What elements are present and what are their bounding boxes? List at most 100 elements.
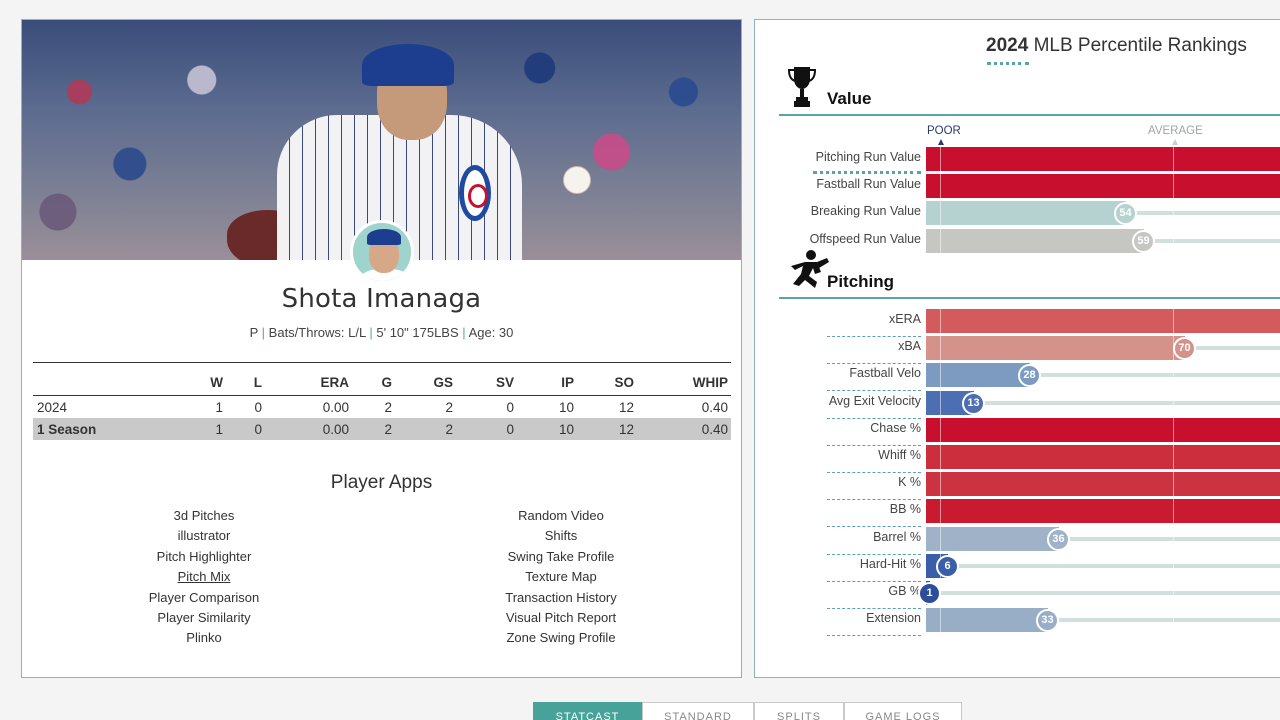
percentile-row[interactable]: xBA 70 (755, 336, 1280, 365)
percentile-bar (926, 147, 1280, 171)
tab-splits[interactable]: SPLITS (754, 702, 844, 720)
percentile-row[interactable]: Whiff % (755, 445, 1280, 473)
row-divider (827, 635, 921, 637)
metric-label[interactable]: K % (898, 475, 921, 489)
percentile-row[interactable]: Avg Exit Velocity 13 (755, 390, 1280, 419)
stats-col-header: WHIP (637, 362, 731, 396)
stats-cell: 0.40 (637, 417, 731, 440)
metric-label[interactable]: BB % (890, 502, 921, 516)
percentile-bar (926, 336, 1185, 361)
percentile-bar (926, 608, 1048, 633)
scale-guide-line (1173, 147, 1174, 171)
percentile-badge: 59 (1132, 229, 1155, 253)
percentile-badge: 70 (1173, 337, 1196, 361)
metric-label[interactable]: Fastball Velo (849, 366, 921, 380)
app-link-texture-map[interactable]: Texture Map (411, 567, 711, 587)
percentile-bar (926, 472, 1280, 497)
rankings-title-underline (987, 62, 1029, 65)
app-link-plinko[interactable]: Plinko (54, 628, 354, 648)
scale-guide-line (1173, 174, 1174, 199)
scale-label-poor: POOR (927, 125, 961, 137)
player-bio: P | Bats/Throws: L/L | 5' 10" 175LBS | A… (249, 325, 514, 340)
stats-cell: 10 (558, 400, 574, 416)
stats-cell: 0.00 (322, 400, 349, 416)
stats-col-header: SV (456, 362, 517, 396)
percentile-row[interactable]: Pitching Run Value (755, 147, 1280, 174)
apps-list-left: 3d Pitches illustrator Pitch Highlighter… (54, 506, 354, 649)
app-link-player-comparison[interactable]: Player Comparison (54, 588, 354, 608)
percentile-row[interactable]: Barrel % 36 (755, 526, 1280, 555)
rankings-year: 2024 (986, 35, 1029, 56)
rankings-title-text: MLB Percentile Rankings (1033, 35, 1247, 56)
percentile-badge: 1 (918, 582, 941, 605)
app-link-visual-pitch-report[interactable]: Visual Pitch Report (411, 608, 711, 628)
app-link-shifts[interactable]: Shifts (411, 526, 711, 546)
percentile-row[interactable]: K % (755, 472, 1280, 501)
metric-label[interactable]: xERA (889, 312, 921, 326)
app-link-pitch-mix[interactable]: Pitch Mix (54, 567, 354, 587)
percentile-row[interactable]: Hard-Hit % 6 (755, 553, 1280, 582)
percentile-row[interactable]: Breaking Run Value 54 (755, 201, 1280, 226)
metric-label[interactable]: Offspeed Run Value (810, 232, 921, 246)
stats-cell: 12 (577, 417, 637, 440)
metric-label[interactable]: Hard-Hit % (860, 557, 921, 571)
app-link-swing-take-profile[interactable]: Swing Take Profile (411, 547, 711, 567)
percentile-row[interactable]: xERA (755, 309, 1280, 337)
metric-label[interactable]: Avg Exit Velocity (829, 394, 921, 408)
percentile-row[interactable]: Offspeed Run Value 59 (755, 228, 1280, 253)
percentile-row[interactable]: GB % 1 (755, 581, 1280, 609)
scale-marker-poor (938, 139, 944, 145)
app-link-illustrator[interactable]: illustrator (54, 526, 354, 546)
section-label-value: Value (827, 89, 872, 108)
percentile-badge: 33 (1036, 609, 1059, 633)
metric-label[interactable]: xBA (898, 339, 921, 353)
player-position: P (249, 325, 259, 340)
percentile-row[interactable]: Extension 33 (755, 608, 1280, 637)
percentile-bar (926, 417, 1280, 442)
app-link-transaction-history[interactable]: Transaction History (411, 588, 711, 608)
cubs-logo-icon (459, 165, 491, 221)
metric-label[interactable]: Chase % (870, 421, 921, 435)
stats-cell: 2 (384, 400, 392, 416)
stats-cell: 0.00 (265, 417, 352, 440)
percentile-row[interactable]: Fastball Run Value (755, 174, 1280, 199)
app-link-player-similarity[interactable]: Player Similarity (54, 608, 354, 628)
tab-statcast[interactable]: STATCAST (533, 702, 642, 720)
metric-label[interactable]: Extension (866, 611, 921, 625)
stats-cell: 10 (517, 417, 577, 440)
player-bats-throws: Bats/Throws: L/L (268, 325, 366, 340)
stats-cell: 1 (215, 400, 223, 416)
percentile-badge: 13 (962, 391, 985, 415)
stats-header-row: W L ERA G GS SV IP SO WHIP (33, 362, 731, 396)
percentile-row[interactable]: BB % (755, 499, 1280, 528)
stats-cell: 1 (113, 417, 226, 440)
tab-game-logs[interactable]: GAME LOGS (844, 702, 962, 720)
metric-label[interactable]: Breaking Run Value (811, 204, 921, 218)
trophy-icon (787, 65, 817, 114)
stats-cell: 12 (618, 400, 634, 416)
stats-col-header (33, 362, 113, 396)
stats-col-header: G (352, 362, 395, 396)
metric-label[interactable]: Fastball Run Value (816, 177, 921, 191)
scale-guide-line (940, 417, 941, 442)
app-link-zone-swing-profile[interactable]: Zone Swing Profile (411, 628, 711, 648)
app-link-3d-pitches[interactable]: 3d Pitches (54, 506, 354, 526)
metric-label[interactable]: GB % (888, 584, 921, 598)
player-card: Shota Imanaga P | Bats/Throws: L/L | 5' … (21, 19, 742, 678)
metric-label[interactable]: Barrel % (873, 530, 921, 544)
scale-marker-average (1172, 139, 1178, 145)
stats-cell: 2 (445, 400, 453, 416)
stats-cell: 0 (226, 417, 265, 440)
scale-guide-line (1173, 581, 1174, 605)
percentile-row[interactable]: Chase % (755, 417, 1280, 446)
percentile-row[interactable]: Fastball Velo 28 (755, 363, 1280, 392)
scale-guide-line (1173, 608, 1174, 633)
scale-guide-line (1173, 390, 1174, 415)
app-link-random-video[interactable]: Random Video (411, 506, 711, 526)
scale-guide-line (1173, 553, 1174, 578)
metric-label[interactable]: Whiff % (878, 448, 921, 462)
tab-standard[interactable]: STANDARD (642, 702, 754, 720)
app-link-pitch-highlighter[interactable]: Pitch Highlighter (54, 547, 354, 567)
metric-label[interactable]: Pitching Run Value (816, 150, 921, 164)
apps-list-right: Random Video Shifts Swing Take Profile T… (411, 506, 711, 649)
